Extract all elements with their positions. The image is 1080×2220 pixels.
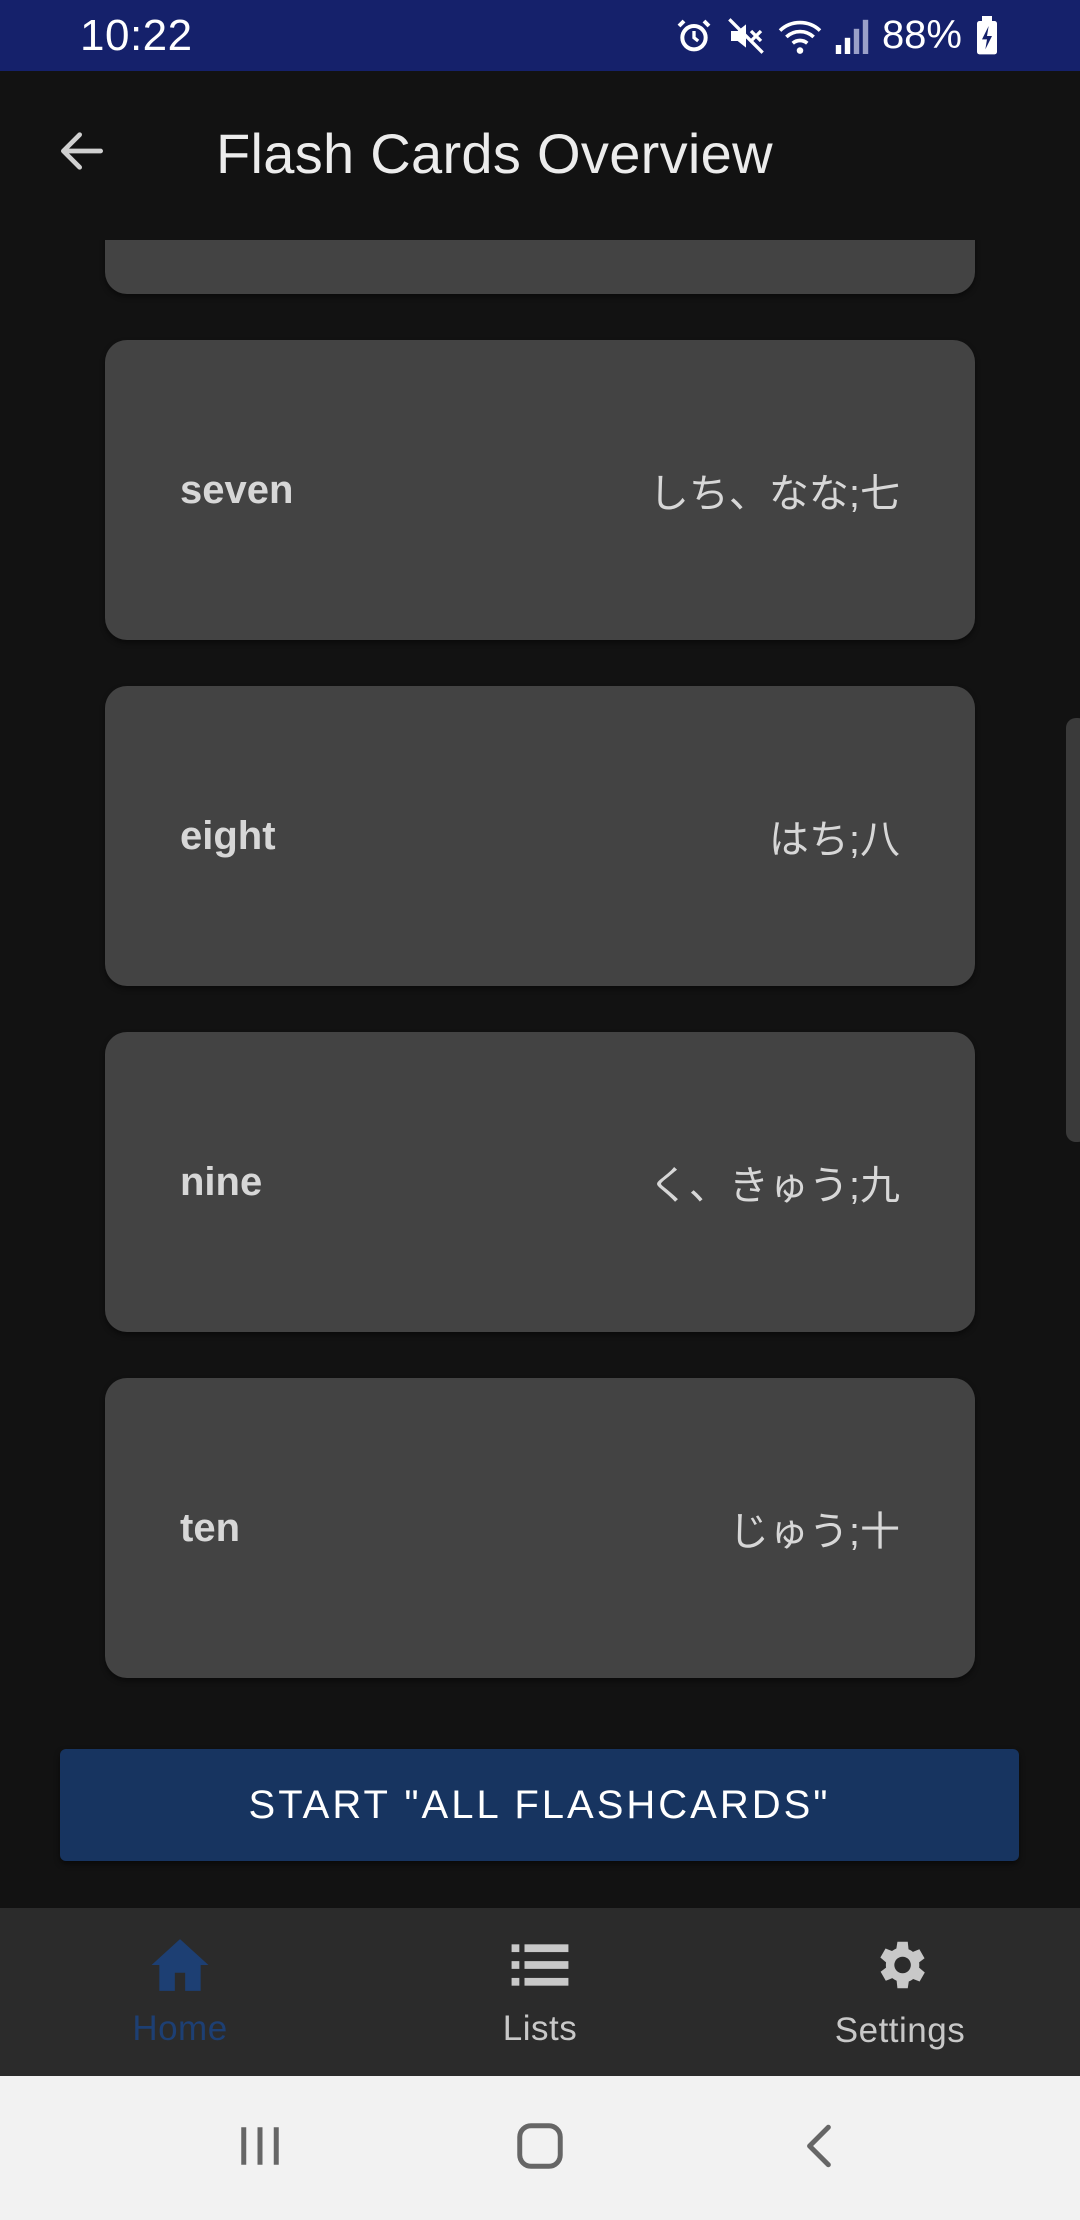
- alarm-icon: [674, 16, 714, 56]
- nav-item-settings[interactable]: Settings: [720, 1908, 1080, 2076]
- nav-label-home: Home: [132, 2008, 228, 2048]
- page-title: Flash Cards Overview: [216, 122, 773, 185]
- back-button[interactable]: [40, 111, 124, 195]
- card-term: nine: [180, 1159, 263, 1204]
- bottom-navigation: Home Lists Settings: [0, 1908, 1080, 2076]
- system-navigation-bar: [0, 2076, 1080, 2220]
- system-back-button[interactable]: [760, 2098, 880, 2198]
- card-definition: しち、なな;七: [648, 472, 900, 516]
- app-bar: Flash Cards Overview: [0, 71, 1080, 240]
- status-time: 10:22: [80, 10, 193, 60]
- gear-icon: [869, 1934, 931, 2001]
- mute-icon: [726, 16, 766, 56]
- nav-label-lists: Lists: [502, 2008, 578, 2048]
- recent-apps-button[interactable]: [200, 2098, 320, 2198]
- card-term: eight: [180, 813, 276, 858]
- flashcard[interactable]: nine く、きゅう;九: [105, 1032, 975, 1332]
- home-icon: [149, 1936, 211, 1999]
- flashcard-list[interactable]: seven しち、なな;七 eight はち;八 nine く、きゅう;九 te…: [0, 240, 1080, 1908]
- flashcard[interactable]: ten じゅう;十: [105, 1378, 975, 1678]
- chevron-left-icon: [795, 2119, 845, 2178]
- flashcard[interactable]: [105, 240, 975, 294]
- wifi-icon: [778, 16, 822, 56]
- recent-apps-icon: [235, 2121, 285, 2176]
- card-definition: じゅう;十: [728, 1510, 900, 1554]
- nav-item-lists[interactable]: Lists: [360, 1908, 720, 2076]
- nav-item-home[interactable]: Home: [0, 1908, 360, 2076]
- card-term: seven: [180, 467, 294, 512]
- flashcard[interactable]: seven しち、なな;七: [105, 340, 975, 640]
- home-circle-icon: [513, 2119, 567, 2178]
- status-bar: 10:22 88%: [0, 0, 1080, 71]
- status-icons: 88%: [674, 13, 1000, 58]
- card-definition: く、きゅう;九: [648, 1164, 900, 1208]
- home-button[interactable]: [480, 2098, 600, 2198]
- flashcard[interactable]: eight はち;八: [105, 686, 975, 986]
- screen: 10:22 88% Flash Cards Overview seven しち、…: [0, 0, 1080, 2220]
- signal-icon: [834, 16, 870, 56]
- scroll-indicator[interactable]: [1066, 718, 1080, 1142]
- card-definition: はち;八: [768, 818, 900, 862]
- card-term: ten: [180, 1505, 240, 1550]
- battery-charging-icon: [974, 15, 1000, 56]
- battery-percent: 88%: [881, 13, 962, 57]
- back-arrow-icon: [54, 123, 110, 184]
- list-icon: [509, 1936, 571, 1999]
- start-all-flashcards-button[interactable]: START "ALL FLASHCARDS": [60, 1749, 1019, 1861]
- nav-label-settings: Settings: [834, 2010, 966, 2050]
